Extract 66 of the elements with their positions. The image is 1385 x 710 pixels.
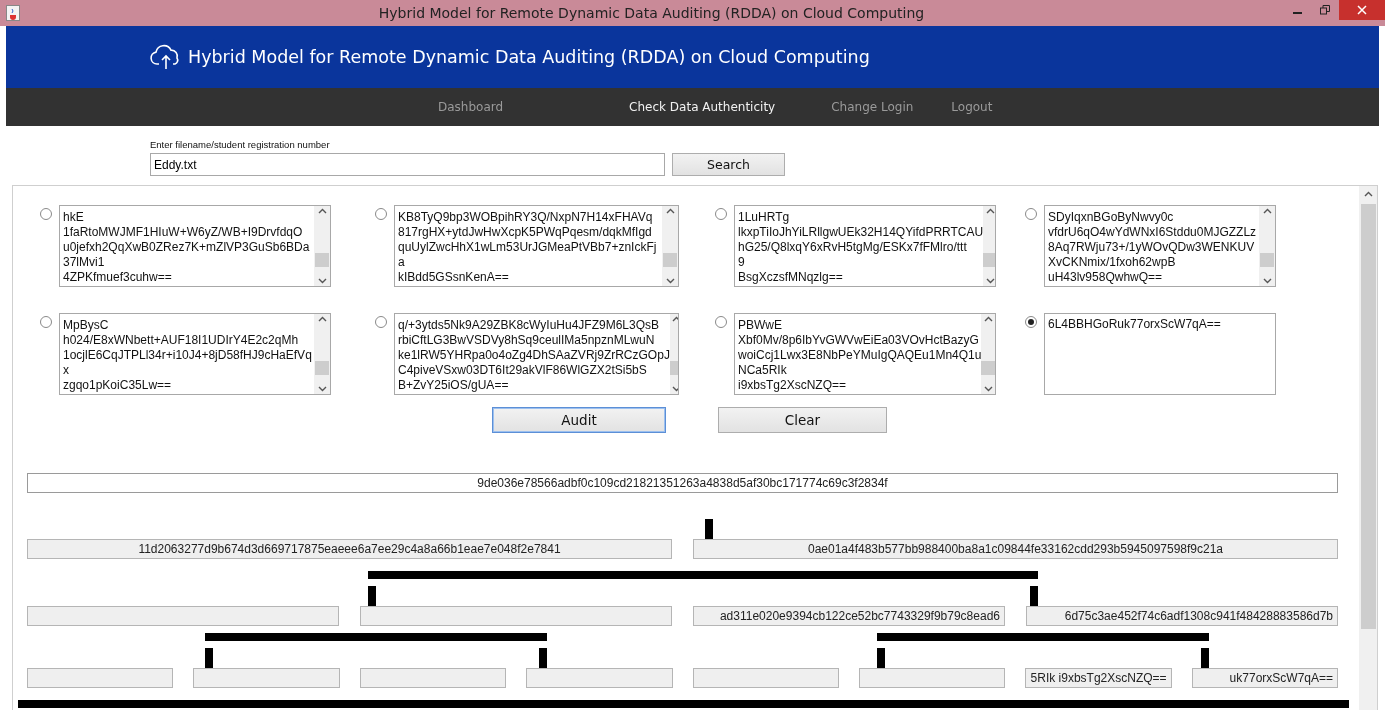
hash-field: 5RIk i9xbsTg2XscNZQ==	[1025, 668, 1172, 688]
scrollbar[interactable]	[981, 314, 995, 394]
scroll-down-icon[interactable]	[317, 386, 327, 392]
scrollbar-thumb[interactable]	[315, 361, 329, 375]
scrollbar-thumb[interactable]	[663, 253, 677, 267]
scrollbar[interactable]	[1259, 206, 1275, 286]
restore-icon[interactable]	[1320, 5, 1330, 15]
close-icon[interactable]	[1357, 5, 1367, 15]
hash-field: 0ae01a4f483b577bb988400ba8a1c09844fe33162cdd293b5945097598f9c21a	[693, 539, 1338, 559]
scrollbar-thumb[interactable]	[1260, 253, 1274, 267]
search-button[interactable]: Search	[672, 153, 785, 176]
radio-button[interactable]	[40, 208, 52, 220]
scrollbar[interactable]	[983, 206, 995, 286]
text-area[interactable]: 1LuHRTg lkxpTiIoJhYiLRllgwUEk32H14QYifdPRRTCAU hG25/Q8lxqY6xRvH5tgMg/ESKx7fFMlro/ttt 9 BsgXczsfMNqzlg==	[734, 205, 996, 287]
radio-button[interactable]	[715, 316, 727, 328]
tree-connector-drawing	[705, 519, 713, 539]
action-button[interactable]: Clear	[718, 407, 887, 433]
scroll-up-icon[interactable]	[1363, 191, 1373, 197]
nav-link[interactable]: Dashboard	[438, 100, 504, 114]
hash-field: uk77orxScW7qA==	[1191, 668, 1338, 688]
radio-button[interactable]	[715, 208, 727, 220]
close-button[interactable]	[1339, 0, 1385, 20]
text-area[interactable]: 6L4BBHGoRuk77orxScW7qA==	[1044, 313, 1276, 395]
window-title: Hybrid Model for Remote Dynamic Data Auditing (RDDA) on Cloud Computing	[377, 5, 926, 21]
radio-button[interactable]	[1025, 316, 1037, 328]
text-area[interactable]: hkE 1faRtoMWJMF1HIuW+W6yZ/WB+I9DrvfdqO u0jefxh2QqXwB0ZRez7K+mZlVP3GuSb6BDa 37lMvi1 4ZPKfmuef3cuhw==	[59, 205, 331, 287]
scroll-down-icon[interactable]	[985, 278, 995, 284]
scrollbar[interactable]	[314, 206, 330, 286]
scrollbar[interactable]	[662, 206, 678, 286]
scroll-down-icon[interactable]	[317, 278, 327, 284]
scroll-up-icon[interactable]	[983, 316, 993, 322]
scrollbar-thumb[interactable]	[983, 253, 995, 267]
hash-field: 6d75c3ae452f74c6adf1308c941f48428883586d7b	[1026, 606, 1338, 626]
scroll-down-icon[interactable]	[983, 386, 993, 392]
scroll-up-icon[interactable]	[665, 208, 675, 214]
scroll-up-icon[interactable]	[317, 316, 327, 322]
text-area[interactable]: SDyIqxnBGoByNwvy0c vfdrU6qO4wYdWNxI6Stddu0MJGZZLz 8Aq7RWju73+/1yWOvQDw3WENKUV XvCKNmix/1fxoh62wpB uH43lv958QwhwQ==	[1044, 205, 1276, 287]
radio-button[interactable]	[375, 316, 387, 328]
text-area[interactable]: MpBysC h024/E8xWNbett+AUF18I1UDIrY4E2c2qMh 1ocjlE6CqJTPLl34r+i10J4+8jD58fHJ9cHaEfVq x zgqo1pKoiC35Lw==	[59, 313, 331, 395]
nav-link[interactable]: Logout	[951, 100, 993, 114]
scrollbar-thumb[interactable]	[315, 253, 329, 267]
scroll-up-icon[interactable]	[985, 208, 995, 214]
radio-button[interactable]	[375, 208, 387, 220]
text-area[interactable]: q/+3ytds5Nk9A29ZBK8cWyIuHu4JFZ9M6L3QsB rbiCftLG3BwVSDVy8hSq9ceulIMa5npznMLwuN ke1lRW5YHRpa0o4oZg4DhSAaZVRj9ZrRCzGOpJ C4piveVSxw03DT6It29akVlF86WlGZX2tSi5bS B+ZvY25iOS/gUA==	[394, 313, 679, 395]
scrollbar[interactable]	[1359, 186, 1377, 710]
scroll-up-icon[interactable]	[1262, 208, 1272, 214]
java-cup-icon	[6, 5, 20, 21]
hash-field: 11d2063277d9b674d3d669717875eaeee6a7ee29c4a8a66b1eae7e048f2e7841	[27, 539, 672, 559]
text-area[interactable]: PBWwE Xbf0Mv/8p6IbYvGWVwEiEa03VOvHctBazyG woiCcj1Lwx3E8NbPeYMuIgQAQEu1Mn4Q1u NCa5RIk i9xbsTg2XscNZQ==	[734, 313, 996, 395]
app-title: Hybrid Model for Remote Dynamic Data Auditing (RDDA) on Cloud Computing	[188, 47, 870, 67]
scroll-down-icon[interactable]	[665, 278, 675, 284]
search-field[interactable]: Eddy.txt	[150, 153, 665, 176]
nav-link[interactable]: Check Data Authenticity	[629, 100, 776, 114]
scrollbar-thumb[interactable]	[1360, 204, 1376, 629]
nav-link[interactable]: Change Login	[831, 100, 914, 114]
text-area[interactable]: KB8TyQ9bp3WOBpihRY3Q/NxpN7H14xFHAVq 817rgHX+ytdJwHwXcpK5PWqPqesm/dqkMfIgd quUylZwcHhX1wLm53UrJGMeaPtVBb7+znIckFj a kIBdd5GSsnKenA==	[394, 205, 679, 287]
radio-button[interactable]	[40, 316, 52, 328]
hash-field: ad311e020e9394cb122ce52bc7743329f9b79c8ead6	[693, 606, 1005, 626]
radio-button[interactable]	[1025, 208, 1037, 220]
hash-field: 9de036e78566adbf0c109cd21821351263a4838d5af30bc171774c69c3f2834f	[27, 473, 1338, 493]
scroll-up-icon[interactable]	[317, 208, 327, 214]
scrollbar[interactable]	[314, 314, 330, 394]
field-label: Enter filename/student registration number	[150, 139, 330, 150]
scroll-down-icon[interactable]	[1262, 278, 1272, 284]
action-button[interactable]: Audit	[492, 407, 666, 433]
scrollbar-thumb[interactable]	[981, 361, 995, 375]
